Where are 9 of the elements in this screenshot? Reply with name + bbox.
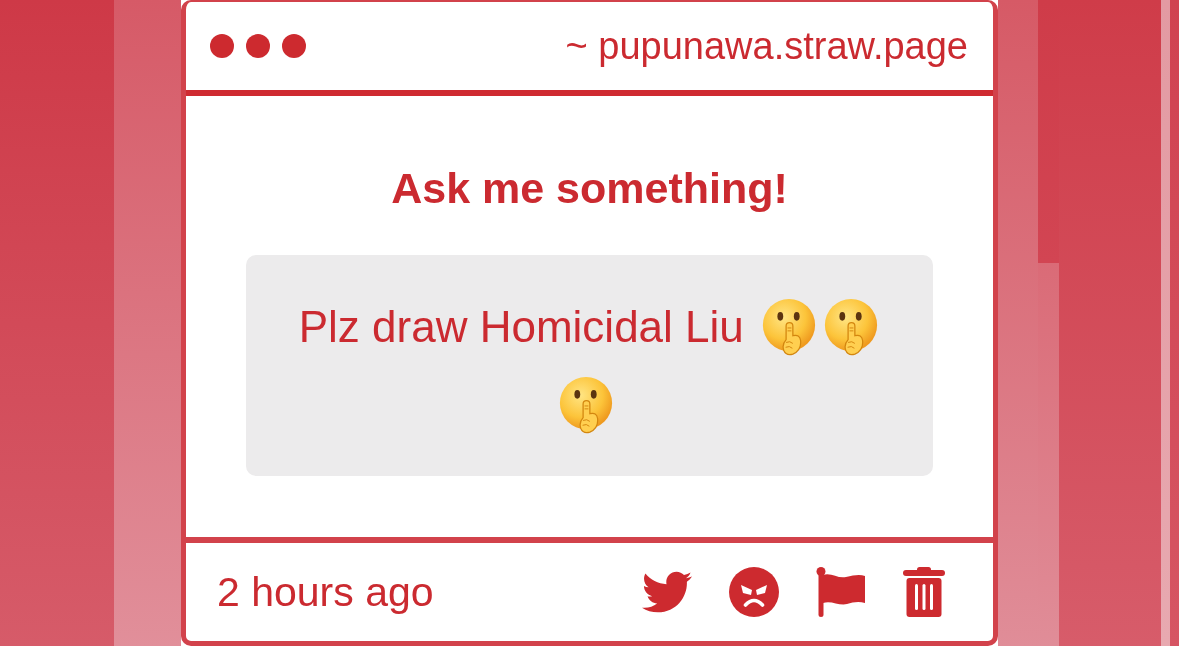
question-text: Plz draw Homicidal Liu — [298, 302, 744, 351]
window-dots-icon — [210, 34, 306, 58]
trash-icon[interactable] — [903, 567, 945, 617]
flag-icon[interactable] — [816, 567, 866, 617]
site-url: ~ pupunawa.straw.page — [565, 24, 968, 68]
timestamp: 2 hours ago — [217, 568, 435, 616]
angry-face-icon[interactable] — [729, 567, 779, 617]
prompt-title: Ask me something! — [391, 166, 788, 210]
bird-icon[interactable] — [642, 571, 692, 613]
